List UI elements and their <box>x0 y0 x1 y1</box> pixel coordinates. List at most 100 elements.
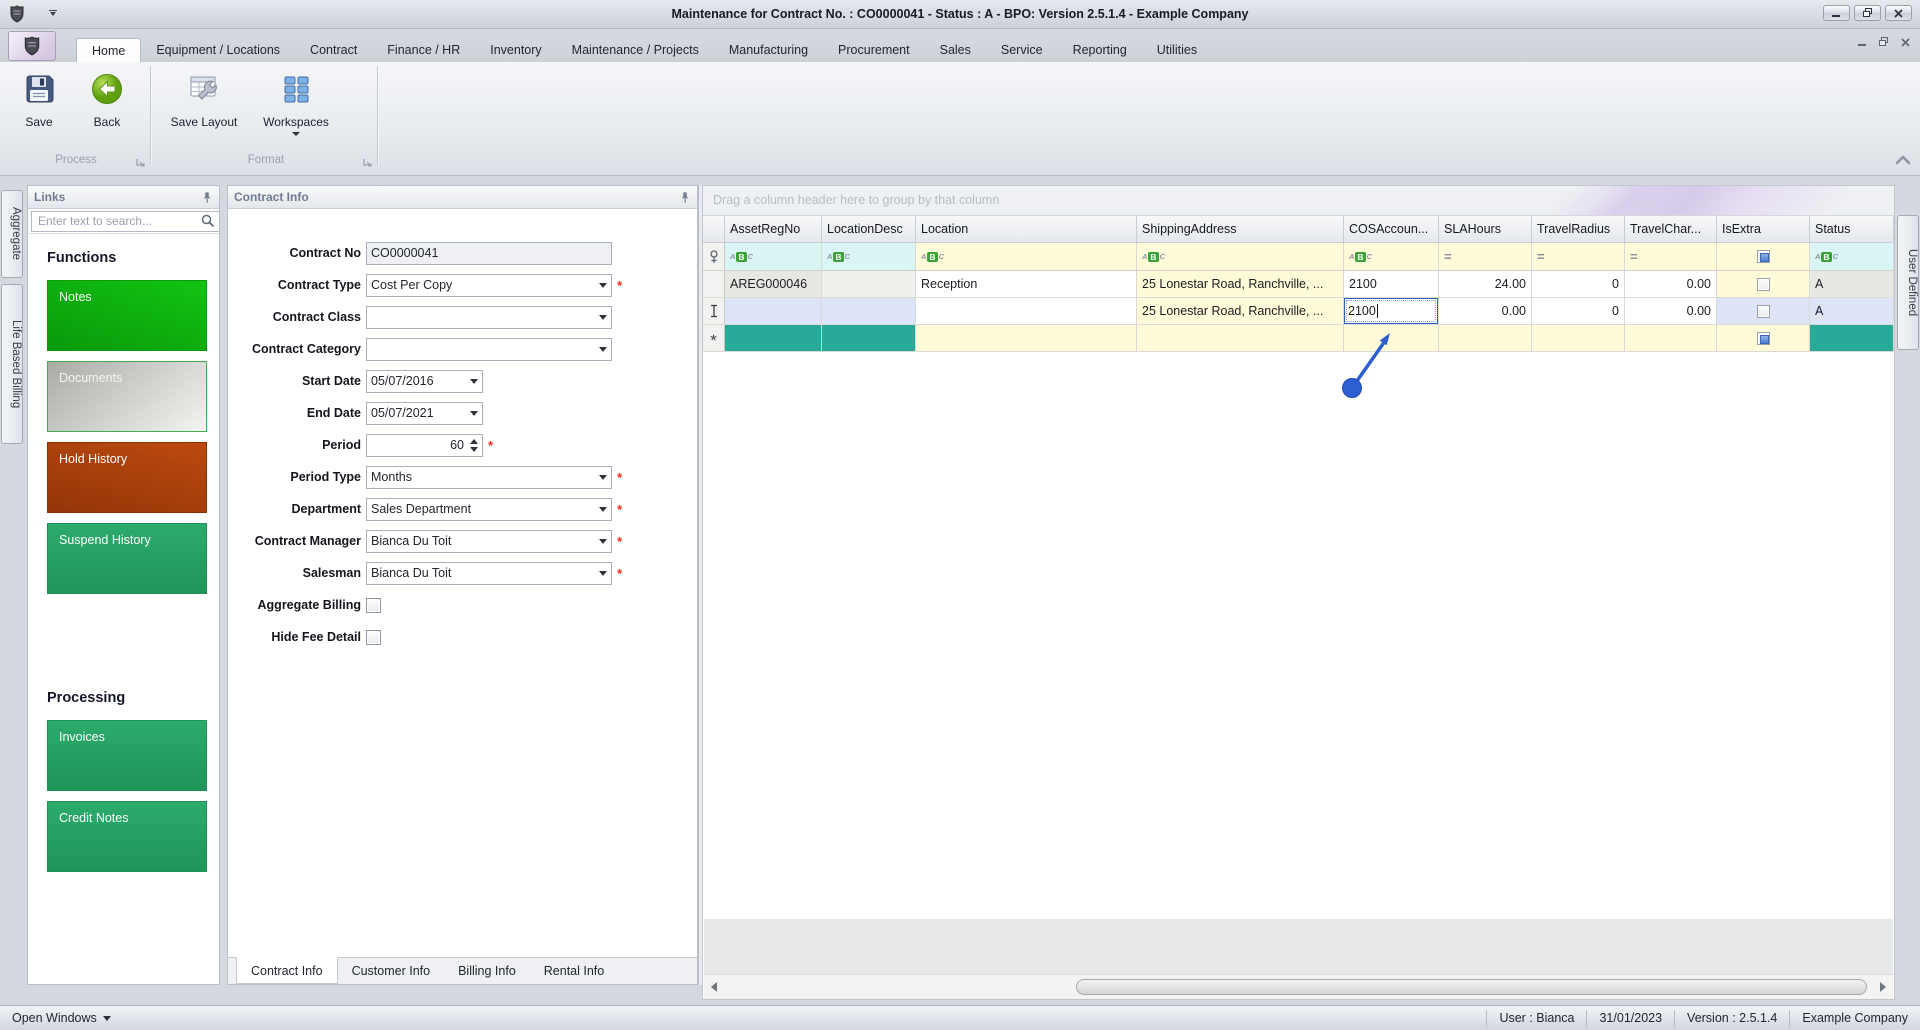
close-button[interactable] <box>1885 5 1912 21</box>
checkbox-aggregate-billing[interactable] <box>366 597 381 613</box>
filter-cell-status[interactable]: ABC <box>1810 243 1894 270</box>
link-button-suspend-history[interactable]: Suspend History <box>47 523 207 594</box>
grid-cell-shippingaddress[interactable]: 25 Lonestar Road, Ranchville, ... <box>1137 271 1344 297</box>
sidebar-tab-aggregate[interactable]: Aggregate <box>1 190 23 278</box>
field-contract-manager[interactable]: Bianca Du Toit <box>366 529 612 553</box>
link-button-hold-history[interactable]: Hold History <box>47 442 207 513</box>
grid-cell-slahours[interactable] <box>1439 325 1532 351</box>
column-header-locationdesc[interactable]: LocationDesc <box>822 216 916 242</box>
column-header-status[interactable]: Status <box>1810 216 1894 242</box>
filter-cell-travelchar[interactable]: = <box>1625 243 1717 270</box>
filter-cell-location[interactable]: ABC <box>916 243 1137 270</box>
grid-cell-cosaccoun[interactable]: 2100 <box>1344 298 1439 324</box>
link-button-notes[interactable]: Notes <box>47 280 207 351</box>
column-header-isextra[interactable]: IsExtra <box>1717 216 1810 242</box>
grid-cell-location[interactable] <box>916 325 1137 351</box>
ribbon-tab-service[interactable]: Service <box>986 38 1058 62</box>
grid-cell-assetregno[interactable] <box>725 298 822 324</box>
field-start-date[interactable]: 05/07/2016 <box>366 369 483 393</box>
filter-cell-locationdesc[interactable]: ABC <box>822 243 916 270</box>
pin-icon[interactable] <box>201 191 213 204</box>
column-header-assetregno[interactable]: AssetRegNo <box>725 216 822 242</box>
tab-rental-info[interactable]: Rental Info <box>530 958 618 984</box>
save-button[interactable]: Save <box>8 68 70 146</box>
filter-cell-assetregno[interactable]: ABC <box>725 243 822 270</box>
grid-row[interactable]: 25 Lonestar Road, Ranchville, ... 2100 0.0… <box>703 298 1894 325</box>
grid-cell-cosaccoun[interactable]: 2100 <box>1344 271 1439 297</box>
back-button[interactable]: Back <box>76 68 138 146</box>
tab-billing-info[interactable]: Billing Info <box>444 958 530 984</box>
grid-cell-travelradius[interactable]: 0 <box>1532 298 1625 324</box>
ribbon-tab-reporting[interactable]: Reporting <box>1058 38 1142 62</box>
restore-button[interactable] <box>1854 5 1881 21</box>
combo-arrow-icon[interactable] <box>470 378 478 384</box>
grid-cell-cosaccoun[interactable] <box>1344 325 1439 351</box>
grid-cell-travelradius[interactable] <box>1532 325 1625 351</box>
ribbon-tab-manufacturing[interactable]: Manufacturing <box>714 38 823 62</box>
filter-cell-isextra[interactable] <box>1717 243 1810 270</box>
workspaces-button[interactable]: Workspaces <box>253 68 339 146</box>
links-search-input[interactable] <box>31 210 220 232</box>
checkbox-hide-fee-detail[interactable] <box>366 629 381 645</box>
grid-group-panel[interactable]: Drag a column header here to group by th… <box>703 186 1894 216</box>
ribbon-tab-procurement[interactable]: Procurement <box>823 38 925 62</box>
save-layout-button[interactable]: Save Layout <box>161 68 247 146</box>
combo-arrow-icon[interactable] <box>599 346 607 352</box>
field-contract-type[interactable]: Cost Per Copy <box>366 273 612 297</box>
combo-arrow-icon[interactable] <box>599 282 607 288</box>
column-header-slahours[interactable]: SLAHours <box>1439 216 1532 242</box>
field-period-type[interactable]: Months <box>366 465 612 489</box>
ribbon-tab-home[interactable]: Home <box>76 38 142 62</box>
combo-arrow-icon[interactable] <box>599 314 607 320</box>
combo-arrow-icon[interactable] <box>599 538 607 544</box>
ribbon-restore-button[interactable] <box>1879 37 1889 47</box>
spin-buttons[interactable] <box>470 438 478 452</box>
grid-row-new[interactable]: * <box>703 325 1894 352</box>
ribbon-tab-finance-hr[interactable]: Finance / HR <box>372 38 475 62</box>
link-button-credit-notes[interactable]: Credit Notes <box>47 801 207 872</box>
combo-arrow-icon[interactable] <box>599 570 607 576</box>
field-contract-class[interactable] <box>366 305 612 329</box>
combo-arrow-icon[interactable] <box>599 506 607 512</box>
sidebar-tab-life-based-billing[interactable]: Life Based Billing <box>1 284 23 444</box>
scroll-left-button[interactable] <box>708 981 720 993</box>
grid-cell-location[interactable] <box>916 298 1137 324</box>
grid-cell-slahours[interactable]: 0.00 <box>1439 298 1532 324</box>
grid-cell-status[interactable]: A <box>1810 298 1894 324</box>
dialog-launcher-icon[interactable] <box>136 156 145 167</box>
ribbon-collapse-button[interactable] <box>1894 153 1912 167</box>
scroll-thumb[interactable] <box>1076 979 1867 995</box>
link-button-invoices[interactable]: Invoices <box>47 720 207 791</box>
app-menu-button[interactable] <box>8 31 56 61</box>
column-header-location[interactable]: Location <box>916 216 1137 242</box>
combo-arrow-icon[interactable] <box>470 410 478 416</box>
grid-cell-location[interactable]: Reception <box>916 271 1137 297</box>
pin-icon[interactable] <box>679 191 691 204</box>
ribbon-tab-utilities[interactable]: Utilities <box>1142 38 1212 62</box>
ribbon-tab-equipment-locations[interactable]: Equipment / Locations <box>141 38 295 62</box>
grid-cell-status[interactable]: A <box>1810 271 1894 297</box>
dialog-launcher-icon[interactable] <box>363 156 372 167</box>
grid-cell-locationdesc[interactable] <box>822 298 916 324</box>
filter-cell-shippingaddress[interactable]: ABC <box>1137 243 1344 270</box>
grid-cell-shippingaddress[interactable]: 25 Lonestar Road, Ranchville, ... <box>1137 298 1344 324</box>
grid-cell-locationdesc[interactable] <box>822 271 916 297</box>
grid-cell-isextra[interactable] <box>1717 298 1810 324</box>
grid-horizontal-scrollbar[interactable] <box>704 974 1893 999</box>
grid-cell-assetregno[interactable] <box>725 325 822 351</box>
open-windows-button[interactable]: Open Windows <box>0 1011 123 1025</box>
grid-cell-travelchar[interactable]: 0.00 <box>1625 298 1717 324</box>
grid-cell-shippingaddress[interactable] <box>1137 325 1344 351</box>
column-header-travelchar[interactable]: TravelChar... <box>1625 216 1717 242</box>
grid-cell-travelradius[interactable]: 0 <box>1532 271 1625 297</box>
column-header-shippingaddress[interactable]: ShippingAddress <box>1137 216 1344 242</box>
field-contract-category[interactable] <box>366 337 612 361</box>
filter-cell-cosaccoun[interactable]: ABC <box>1344 243 1439 270</box>
field-end-date[interactable]: 05/07/2021 <box>366 401 483 425</box>
grid-cell-isextra[interactable] <box>1717 271 1810 297</box>
column-header-travelradius[interactable]: TravelRadius <box>1532 216 1625 242</box>
filter-cell-slahours[interactable]: = <box>1439 243 1532 270</box>
ribbon-tab-contract[interactable]: Contract <box>295 38 372 62</box>
grid-cell-travelchar[interactable]: 0.00 <box>1625 271 1717 297</box>
ribbon-minimize-button[interactable] <box>1858 38 1867 47</box>
